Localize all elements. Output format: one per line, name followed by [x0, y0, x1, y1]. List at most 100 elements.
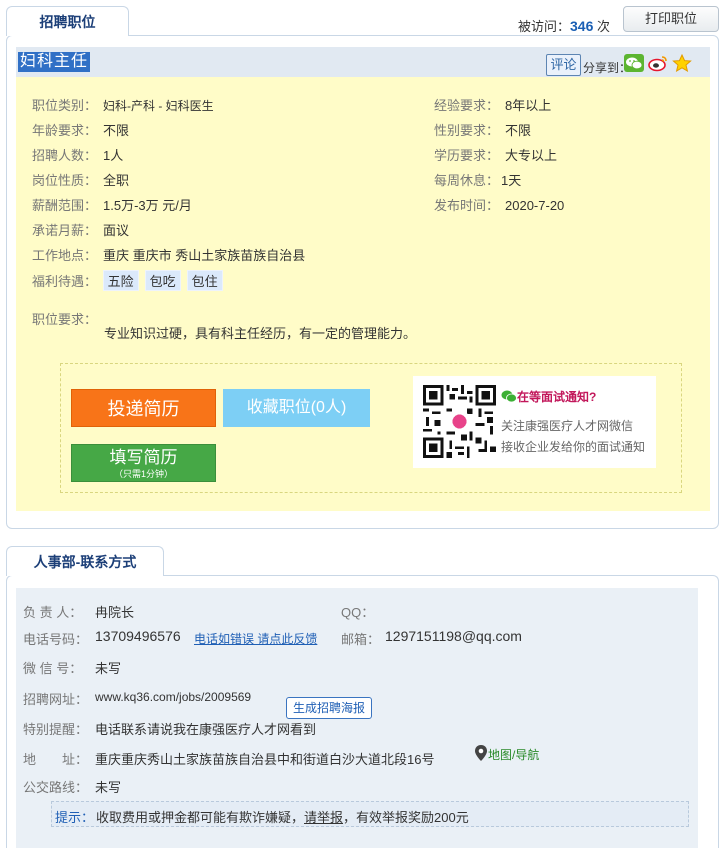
- wechat-icon: [501, 390, 517, 403]
- address-value: 重庆重庆秀山土家族苗族自治县中和街道白沙大道北段16号: [95, 752, 435, 767]
- wechat-icon[interactable]: [624, 54, 644, 72]
- email-label: 邮箱：: [341, 632, 381, 647]
- tip-pre: 收取费用或押金都可能有欺诈嫌疑，: [96, 810, 305, 825]
- contact-panel: 负 责 人： 冉院长 QQ： 电话号码： 13709496576 电话如错误 请…: [6, 575, 719, 848]
- qr-line-2: 接收企业发给你的面试通知: [501, 440, 646, 454]
- field-category: 职位类别： 妇科-产科 - 妇科医生: [32, 95, 214, 114]
- contact-detail-area: 负 责 人： 冉院长 QQ： 电话号码： 13709496576 电话如错误 请…: [16, 588, 698, 848]
- field-value: 全职: [103, 173, 130, 188]
- fill-resume-label: 填写简历: [109, 448, 178, 467]
- tip-post: ，有效举报奖励200元: [343, 810, 469, 825]
- bus-label: 公交路线：: [23, 780, 89, 795]
- job-detail-area: 妇科主任 评论 分享到： 职位类别： 妇科-产科 - 妇科医生 年龄要求： 不限 招…: [16, 47, 710, 511]
- field-label: 年龄要求：: [32, 123, 98, 138]
- map-nav-label: 地图/导航: [488, 748, 540, 762]
- fill-resume-button[interactable]: 填写简历 （只需1分钟）: [71, 444, 216, 482]
- wechat-label: 微 信 号：: [23, 661, 83, 676]
- weibo-icon[interactable]: [648, 54, 668, 72]
- visit-counter: 被访问：346 次: [518, 16, 610, 35]
- qr-code-icon: [423, 385, 496, 458]
- comment-button[interactable]: 评论: [546, 54, 581, 76]
- field-value: 不限: [505, 123, 532, 138]
- field-publish-date: 发布时间： 2020-7-20: [434, 195, 564, 214]
- visit-unit: 次: [597, 19, 611, 34]
- tab-job-position[interactable]: 招聘职位: [6, 6, 129, 36]
- field-label: 薪酬范围：: [32, 198, 98, 213]
- wechat-value: 未写: [95, 661, 122, 676]
- phone-value: 13709496576: [95, 628, 181, 644]
- phone-feedback-link[interactable]: 电话如错误 请点此反馈: [194, 630, 317, 647]
- qr-heading: 在等面试通知?: [501, 388, 596, 405]
- field-value: 大专以上: [505, 148, 558, 163]
- phone-label: 电话号码：: [23, 632, 89, 647]
- field-location: 工作地点： 重庆 重庆市 秀山土家族苗族自治县: [32, 245, 305, 264]
- field-label: 福利待遇：: [32, 274, 98, 289]
- field-salary: 薪酬范围： 1.5万-3万 元/月: [32, 195, 192, 214]
- field-label: 工作地点：: [32, 248, 98, 263]
- field-value: 妇科-产科 - 妇科医生: [103, 99, 214, 113]
- welfare-tag: 包吃: [144, 270, 181, 291]
- field-promised-salary: 承诺月薪： 面议: [32, 220, 129, 239]
- requirement-label: 职位要求：: [32, 312, 98, 327]
- field-value: 不限: [103, 123, 130, 138]
- field-gender: 性别要求： 不限: [434, 120, 531, 139]
- job-panel: 妇科主任 评论 分享到： 职位类别： 妇科-产科 - 妇科医生 年龄要求： 不限 招…: [6, 35, 719, 529]
- field-label: 承诺月薪：: [32, 223, 98, 238]
- field-label: 经验要求：: [434, 98, 500, 113]
- field-value: 1人: [103, 148, 124, 163]
- visit-label: 被访问：: [518, 19, 571, 34]
- notice-value: 电话联系请说我在康强医疗人才网看到: [95, 722, 317, 737]
- field-headcount: 招聘人数： 1人: [32, 145, 123, 164]
- field-label: 性别要求：: [434, 123, 500, 138]
- wechat-qr-card: 在等面试通知? 关注康强医疗人才网微信 接收企业发给你的面试通知: [413, 376, 656, 468]
- bus-value: 未写: [95, 780, 122, 795]
- qq-label: QQ：: [341, 605, 375, 620]
- favorite-job-button[interactable]: 收藏职位(0人): [223, 389, 370, 427]
- generate-poster-button[interactable]: 生成招聘海报: [286, 697, 372, 719]
- job-title-bar: 妇科主任 评论 分享到：: [16, 47, 710, 77]
- welfare-tag: 包住: [186, 270, 223, 291]
- fill-resume-sublabel: （只需1分钟）: [113, 469, 173, 479]
- submit-resume-button[interactable]: 投递简历: [71, 389, 216, 427]
- field-label: 岗位性质：: [32, 173, 98, 188]
- requirement-text: 专业知识过硬，具有科主任经历，有一定的管理能力。: [104, 326, 417, 341]
- field-age: 年龄要求： 不限: [32, 120, 129, 139]
- tip-text: 收取费用或押金都可能有欺诈嫌疑，请举报，有效举报奖励200元: [96, 807, 469, 826]
- favorite-star-icon[interactable]: [672, 54, 692, 72]
- job-title: 妇科主任: [18, 52, 91, 72]
- qr-line-1: 关注康强医疗人才网微信: [501, 419, 634, 433]
- report-link[interactable]: 请举报: [304, 810, 343, 825]
- field-value: 8年以上: [505, 98, 552, 113]
- field-welfare: 福利待遇： 五险 包吃 包住: [32, 270, 229, 291]
- field-label: 每周休息：: [434, 173, 500, 188]
- field-label: 学历要求：: [434, 148, 500, 163]
- field-education: 学历要求： 大专以上: [434, 145, 557, 164]
- field-value: 重庆 重庆市 秀山土家族苗族自治县: [103, 248, 306, 263]
- person-label: 负 责 人：: [23, 605, 83, 620]
- field-value: 2020-7-20: [505, 198, 565, 213]
- url-label: 招聘网址：: [23, 692, 89, 707]
- address-label: 地 址：: [23, 752, 89, 767]
- field-label: 职位类别：: [32, 98, 98, 113]
- field-label: 发布时间：: [434, 198, 500, 213]
- apply-box: 投递简历 收藏职位(0人) 填写简历 （只需1分钟） 在等面试通知? 关注康强医…: [60, 363, 682, 493]
- field-value: 1天: [501, 173, 522, 188]
- field-job-type: 岗位性质： 全职: [32, 170, 129, 189]
- field-experience: 经验要求： 8年以上: [434, 95, 551, 114]
- field-value: 1.5万-3万 元/月: [103, 198, 192, 213]
- print-job-button[interactable]: 打印职位: [623, 6, 719, 32]
- field-value: 面议: [103, 223, 130, 238]
- welfare-tag: 五险: [102, 270, 139, 291]
- email-value: 1297151198@qq.com: [385, 628, 522, 644]
- map-pin-icon: [475, 745, 487, 761]
- person-value: 冉院长: [95, 605, 135, 620]
- visit-count: 346: [570, 18, 594, 34]
- notice-label: 特别提醒：: [23, 722, 89, 737]
- map-nav-link[interactable]: 地图/导航: [474, 744, 539, 763]
- field-label: 招聘人数：: [32, 148, 98, 163]
- qr-heading-text: 在等面试通知?: [517, 390, 597, 404]
- fraud-tip-box: 提示： 收取费用或押金都可能有欺诈嫌疑，请举报，有效举报奖励200元: [51, 801, 689, 827]
- tip-label: 提示：: [55, 810, 95, 825]
- url-value[interactable]: www.kq36.com/jobs/2009569: [95, 690, 251, 704]
- tab-contact-info[interactable]: 人事部-联系方式: [6, 546, 164, 576]
